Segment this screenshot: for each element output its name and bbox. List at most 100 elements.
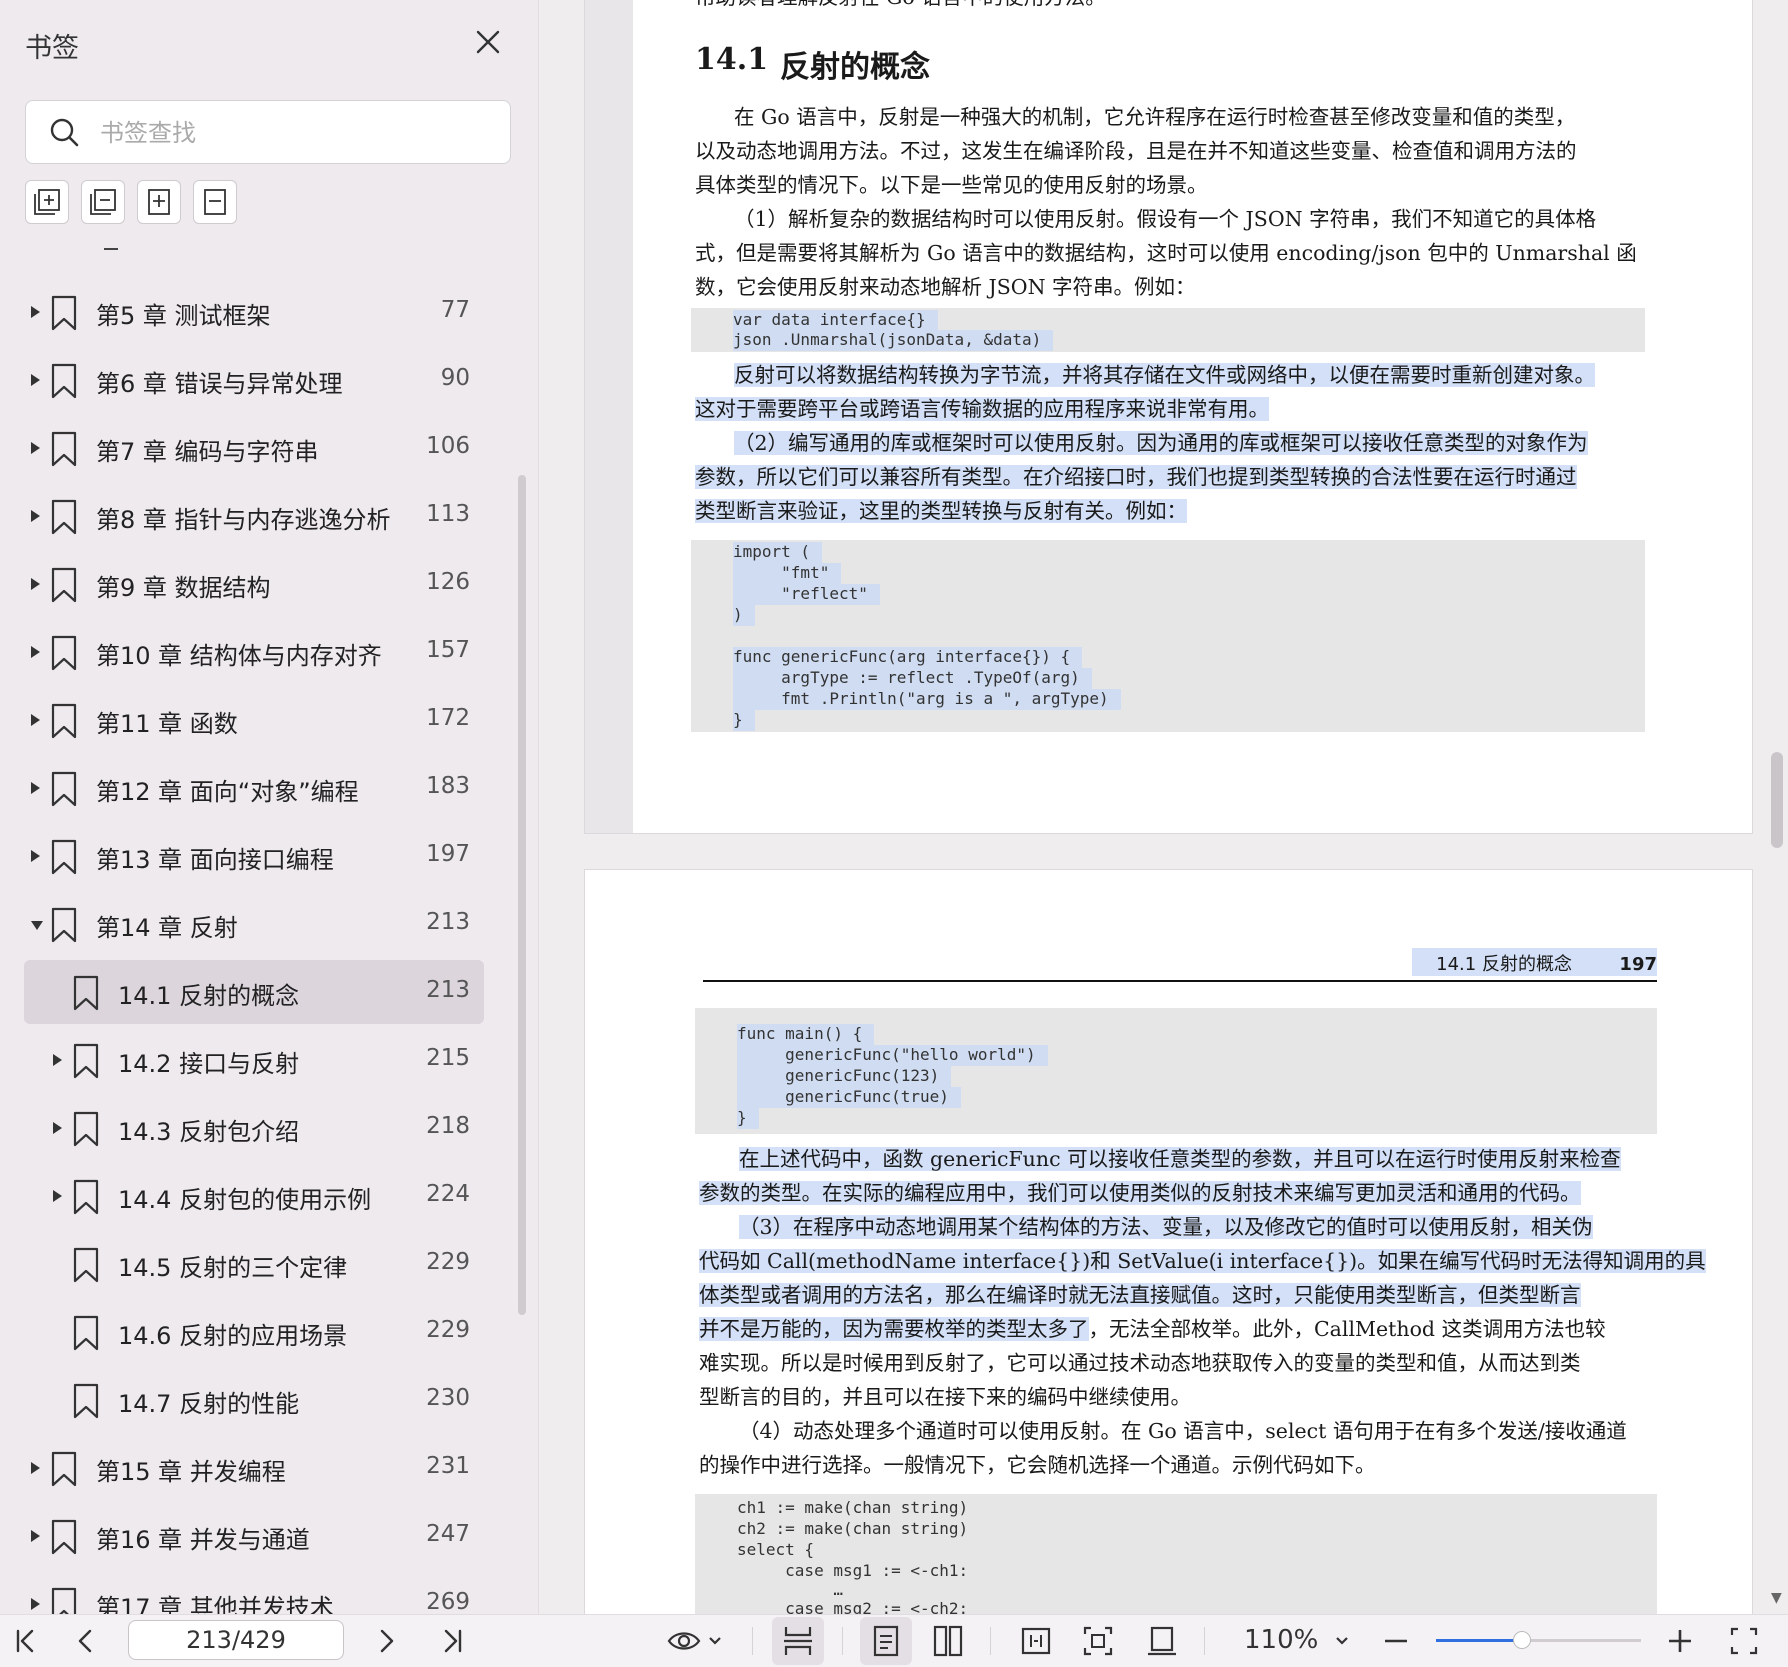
rotate-page-button[interactable] — [1146, 1623, 1178, 1659]
bookmark-item[interactable]: 14.4 反射包的使用示例 224 — [0, 1164, 538, 1232]
toolbar-divider — [1204, 1627, 1205, 1655]
zoom-dropdown-button[interactable] — [1332, 1623, 1352, 1659]
para-6-line-4a: 并不是万能的，因为需要枚举的类型太多了 — [699, 1317, 1089, 1341]
fit-page-button[interactable] — [1082, 1623, 1114, 1659]
bookmark-label: 14.7 反射的性能 — [118, 1390, 300, 1418]
eye-icon — [667, 1632, 721, 1650]
search-icon — [50, 118, 79, 147]
caret-right-icon[interactable] — [31, 374, 40, 386]
fit-width-button[interactable] — [1020, 1623, 1052, 1659]
bookmark-page-number: 269 — [426, 1589, 470, 1614]
bookmark-item[interactable]: 14.5 反射的三个定律 229 — [0, 1232, 538, 1300]
zoom-slider-knob[interactable] — [1513, 1631, 1532, 1649]
chevron-right-icon — [380, 1629, 394, 1653]
caret-right-icon[interactable] — [53, 1190, 62, 1202]
para-4-line-2: 参数，所以它们可以兼容所有类型。在介绍接口时，我们也提到类型转换的合法性要在运行… — [695, 465, 1577, 489]
chevron-down-icon — [1336, 1637, 1348, 1645]
bookmark-search-box[interactable] — [25, 100, 511, 164]
bookmark-item[interactable]: 第10 章 结构体与内存对齐 157 — [0, 620, 538, 688]
remove-bookmark-button[interactable] — [193, 180, 237, 224]
caret-right-icon[interactable] — [31, 1598, 40, 1610]
bookmark-page-number: 213 — [426, 977, 470, 1003]
running-head-section: 14.1 反射的概念 — [1436, 954, 1572, 975]
collapse-all-button[interactable] — [81, 180, 125, 224]
bookmark-label: 第5 章 测试框架 — [96, 302, 271, 330]
last-page-button[interactable] — [438, 1623, 466, 1659]
bookmark-item[interactable]: 14.6 反射的应用场景 229 — [0, 1300, 538, 1368]
bookmark-search-input[interactable] — [98, 113, 492, 153]
next-page-button[interactable] — [372, 1623, 400, 1659]
caret-right-icon[interactable] — [31, 442, 40, 454]
caret-down-icon[interactable] — [31, 921, 43, 930]
code-line: ch1 := make(chan string) — [737, 1498, 969, 1517]
add-bookmark-button[interactable] — [137, 180, 181, 224]
view-mode-button[interactable] — [666, 1623, 724, 1659]
caret-right-icon[interactable] — [53, 1054, 62, 1066]
code-block-1: var data interface{} json .Unmarshal(jso… — [691, 308, 1645, 352]
bookmark-page-number: 230 — [426, 1385, 470, 1411]
para-2-line-2: 式，但是需要将其解析为 Go 语言中的数据结构，这时可以使用 encoding/… — [695, 241, 1637, 265]
caret-right-icon[interactable] — [31, 510, 40, 522]
bookmark-item[interactable]: 第6 章 错误与异常处理 90 — [0, 348, 538, 416]
bookmark-item[interactable]: 第8 章 指针与内存逃逸分析 113 — [0, 484, 538, 552]
zoom-level[interactable]: 110% — [1244, 1625, 1318, 1655]
caret-right-icon[interactable] — [31, 578, 40, 590]
bookmark-item[interactable]: 第9 章 数据结构 126 — [0, 552, 538, 620]
first-page-button[interactable] — [12, 1623, 40, 1659]
bookmark-icon — [51, 907, 77, 943]
caret-right-icon[interactable] — [31, 646, 40, 658]
sidebar-scrollbar[interactable] — [518, 475, 526, 1315]
bookmark-item[interactable]: 第15 章 并发编程 231 — [0, 1436, 538, 1504]
caret-right-icon[interactable] — [31, 782, 40, 794]
zoom-in-button[interactable] — [1666, 1623, 1694, 1659]
continuous-scroll-button[interactable] — [782, 1623, 814, 1659]
running-head-highlight: 14.1 反射的概念 197 — [1412, 948, 1657, 976]
bookmark-item[interactable]: 14.2 接口与反射 215 — [0, 1028, 538, 1096]
bookmark-item[interactable]: 第14 章 反射 213 — [0, 892, 538, 960]
para-6-line-3: 体类型或者调用的方法名，那么在编译时就无法直接赋值。这时，只能使用类型断言，但类… — [699, 1283, 1581, 1307]
bookmark-item[interactable]: 第17 章 其他并发技术 269 — [0, 1572, 538, 1614]
bookmark-item[interactable]: 14.3 反射包介绍 218 — [0, 1096, 538, 1164]
bookmark-icon — [51, 703, 77, 739]
bookmark-icon — [51, 431, 77, 467]
page-number-input[interactable]: 213/429 — [128, 1620, 344, 1660]
caret-right-icon[interactable] — [31, 1462, 40, 1474]
bookmark-item[interactable]: 14.7 反射的性能 230 — [0, 1368, 538, 1436]
bookmark-label: 第8 章 指针与内存逃逸分析 — [96, 506, 391, 534]
caret-right-icon[interactable] — [31, 714, 40, 726]
document-scrollbar[interactable] — [1771, 752, 1783, 848]
bookmark-item[interactable]: 14.1 反射的概念 213 — [0, 960, 538, 1028]
previous-page-button[interactable] — [72, 1623, 100, 1659]
bookmark-item[interactable]: 第16 章 并发与通道 247 — [0, 1504, 538, 1572]
bookmark-label: 第11 章 函数 — [96, 710, 238, 738]
para-1-line-1: 在 Go 语言中，反射是一种强大的机制，它允许程序在运行时检查甚至修改变量和值的… — [734, 105, 1576, 129]
pdf-page-196: 帮助读者理解反射在 Go 语言中的使用方法。 14.1 反射的概念 在 Go 语… — [585, 0, 1752, 833]
zoom-slider[interactable] — [1436, 1631, 1641, 1649]
close-icon[interactable] — [472, 26, 504, 58]
two-page-button[interactable] — [932, 1623, 964, 1659]
list-separator — [104, 248, 118, 250]
scroll-down-arrow-icon[interactable]: ▼ — [1771, 1590, 1782, 1606]
fullscreen-button[interactable] — [1728, 1623, 1760, 1659]
caret-right-icon[interactable] — [31, 850, 40, 862]
bookmark-remove-icon — [204, 189, 226, 215]
section-title: 反射的概念 — [780, 50, 930, 85]
bookmark-item[interactable]: 第7 章 编码与字符串 106 — [0, 416, 538, 484]
expand-all-button[interactable] — [25, 180, 69, 224]
caret-right-icon[interactable] — [31, 306, 40, 318]
caret-right-icon[interactable] — [53, 1122, 62, 1134]
bookmark-item[interactable]: 第11 章 函数 172 — [0, 688, 538, 756]
bookmark-page-number: 197 — [426, 841, 470, 867]
bookmark-item[interactable]: 第5 章 测试框架 77 — [0, 280, 538, 348]
bookmark-item[interactable]: 第12 章 面向“对象”编程 183 — [0, 756, 538, 824]
bookmark-icon — [51, 839, 77, 875]
bookmark-item[interactable]: 第13 章 面向接口编程 197 — [0, 824, 538, 892]
expand-all-icon — [34, 189, 60, 215]
caret-right-icon[interactable] — [31, 1530, 40, 1542]
bookmark-label: 第14 章 反射 — [96, 914, 238, 942]
bookmark-page-number: 215 — [426, 1045, 470, 1071]
zoom-out-button[interactable] — [1382, 1623, 1410, 1659]
bookmark-label: 第16 章 并发与通道 — [96, 1526, 310, 1554]
bookmark-page-number: 229 — [426, 1249, 470, 1275]
single-page-button[interactable] — [870, 1623, 902, 1659]
